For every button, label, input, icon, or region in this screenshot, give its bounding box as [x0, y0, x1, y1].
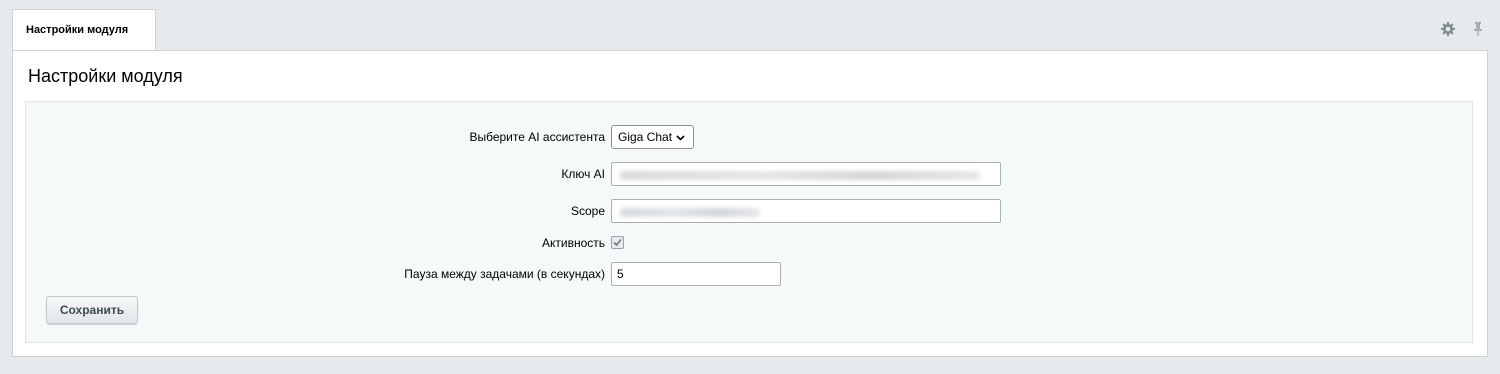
assistant-label: Выберите AI ассистента	[469, 130, 605, 144]
checkmark-icon	[613, 238, 622, 247]
api-key-label: Ключ AI	[561, 167, 605, 181]
settings-form: Выберите AI ассистента Giga Chat Ключ AI…	[25, 101, 1473, 343]
row-active: Активность	[26, 231, 1472, 255]
chevron-down-icon	[676, 126, 685, 148]
row-api-key: Ключ AI	[26, 162, 1472, 186]
api-key-blurred-value	[620, 171, 980, 180]
scope-blurred-value	[620, 208, 760, 217]
active-label: Активность	[541, 236, 605, 250]
assistant-select[interactable]: Giga Chat	[611, 125, 694, 149]
api-key-input[interactable]	[611, 162, 1001, 186]
pause-label: Пауза между задачами (в секундах)	[404, 267, 605, 281]
assistant-select-value: Giga Chat	[618, 130, 673, 144]
row-pause: Пауза между задачами (в секундах) 5	[26, 262, 1472, 286]
save-button[interactable]: Сохранить	[46, 296, 138, 324]
row-assistant: Выберите AI ассистента Giga Chat	[26, 125, 1472, 149]
row-scope: Scope	[26, 199, 1472, 223]
tab-bar: Настройки модуля	[12, 9, 1488, 51]
tab-bar-tools	[1440, 19, 1486, 39]
gear-icon[interactable]	[1440, 21, 1456, 37]
pause-input[interactable]: 5	[611, 262, 781, 286]
settings-panel: Настройки модуля Выберите AI ассистента …	[12, 50, 1488, 357]
scope-label: Scope	[570, 204, 605, 218]
tab-module-settings[interactable]: Настройки модуля	[12, 9, 156, 51]
page-title: Настройки модуля	[28, 66, 183, 86]
pin-icon[interactable]	[1470, 21, 1486, 37]
active-checkbox[interactable]	[611, 236, 624, 249]
scope-input[interactable]	[611, 199, 1001, 223]
